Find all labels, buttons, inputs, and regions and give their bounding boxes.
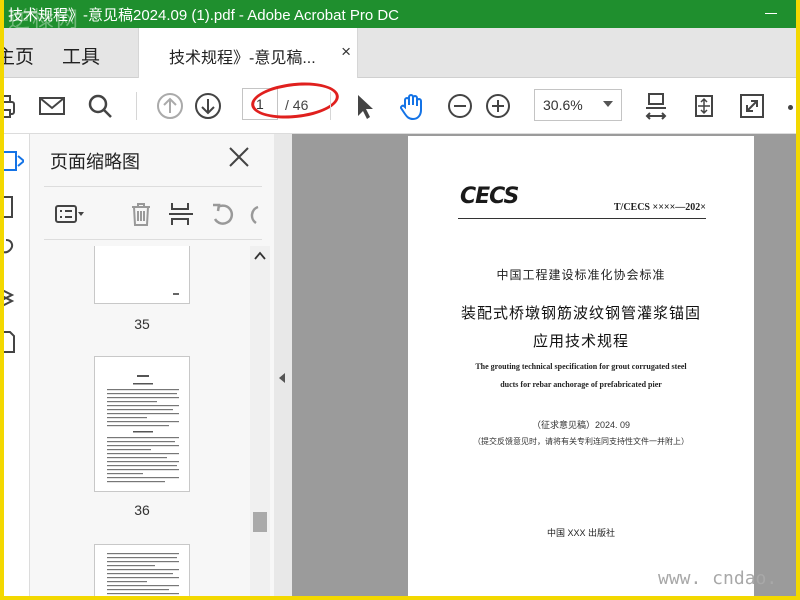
print-icon[interactable]: [4, 90, 20, 122]
document-title-line1: 装配式桥墩钢筋波纹钢管灌浆锚固: [460, 305, 701, 322]
select-cursor-icon[interactable]: [348, 90, 380, 122]
document-title-line2: 应用技术规程: [532, 333, 629, 350]
zoom-in-icon[interactable]: [482, 90, 514, 122]
close-tab-icon[interactable]: ×: [341, 42, 351, 62]
split-page-icon[interactable]: [166, 199, 196, 229]
attachments-icon[interactable]: [4, 234, 24, 260]
layers-icon[interactable]: [4, 284, 24, 310]
page-number-35: 35: [134, 316, 150, 332]
header-rule: [458, 218, 706, 219]
title-bar: 逆棣网 技术规程》-意见稿2024.09 (1).pdf - Adobe Acr…: [4, 0, 796, 33]
scroll-up-icon[interactable]: [254, 250, 266, 262]
toolbar: 1 / 46 30.6%: [4, 78, 796, 134]
cecs-logo: CECS: [460, 184, 519, 209]
page-thumbnails-icon[interactable]: [4, 148, 24, 174]
collapse-panel-icon[interactable]: [279, 373, 285, 383]
tab-document[interactable]: 技术规程》-意见稿... ×: [138, 28, 358, 79]
zoom-select[interactable]: 30.6%: [534, 89, 622, 121]
tab-bar: 主页 工具 技术规程》-意见稿... ×: [4, 28, 796, 79]
app-window: 逆棣网 技术规程》-意见稿2024.09 (1).pdf - Adobe Acr…: [4, 0, 796, 596]
document-icon[interactable]: [4, 328, 24, 354]
more-tools-icon[interactable]: [788, 105, 793, 110]
delete-page-icon[interactable]: [126, 199, 156, 229]
tab-home[interactable]: 主页: [4, 42, 34, 69]
scrollbar-thumb[interactable]: [253, 512, 267, 532]
window-title: 技术规程》-意见稿2024.09 (1).pdf - Adobe Acrobat…: [8, 7, 399, 24]
thumbnail-text: [107, 375, 179, 483]
standard-code: T/CECS ××××—202×: [613, 202, 706, 213]
rotate-view-icon[interactable]: [688, 90, 720, 122]
organization-name: 中国工程建设标准化协会标准: [496, 268, 666, 282]
tab-document-label: 技术规程》-意见稿...: [169, 50, 316, 67]
tab-tools[interactable]: 工具: [62, 42, 100, 69]
publisher: 中国 XXX 出版社: [546, 528, 615, 538]
page-thumbnail-37[interactable]: [94, 544, 190, 596]
navigation-rail: [4, 134, 30, 596]
thumbnail-panel: 页面缩略图 35 36: [30, 134, 274, 596]
thumbnail-scrollbar[interactable]: [250, 246, 270, 596]
redo-icon[interactable]: [244, 199, 274, 229]
thumbnail-text: [173, 293, 179, 295]
mail-icon[interactable]: [36, 90, 68, 122]
thumbnail-list: 35 36: [30, 246, 250, 596]
page-thumbnail-36[interactable]: [94, 356, 190, 492]
panel-splitter[interactable]: [274, 134, 292, 596]
search-icon[interactable]: [84, 90, 116, 122]
next-page-icon[interactable]: [192, 90, 224, 122]
fit-page-icon[interactable]: [640, 90, 672, 122]
chevron-down-icon: [603, 101, 613, 107]
english-title-line1: The grouting technical specification for…: [475, 362, 687, 371]
close-icon[interactable]: [226, 144, 252, 170]
panel-toolbar: [44, 186, 262, 240]
thumbnail-options-icon[interactable]: [54, 199, 84, 229]
full-screen-icon[interactable]: [736, 90, 768, 122]
minimize-button[interactable]: [760, 2, 782, 24]
watermark-bottom: www. cndao.: [658, 568, 778, 589]
page-number-36: 36: [134, 502, 150, 518]
bookmarks-icon[interactable]: [4, 194, 24, 220]
submission-note: （提交反馈意见时，请将有关专利连同支持性文件一并附上）: [473, 437, 689, 446]
toolbar-divider: [330, 92, 331, 120]
toolbar-divider: [136, 92, 137, 120]
previous-page-icon[interactable]: [154, 90, 186, 122]
hand-tool-icon[interactable]: [396, 90, 428, 122]
undo-icon[interactable]: [208, 199, 238, 229]
thumbnail-text: [107, 553, 179, 595]
draft-note: （征求意见稿）2024. 09: [531, 420, 631, 430]
pdf-page: CECS T/CECS ××××—202× 中国工程建设标准化协会标准 装配式桥…: [408, 136, 754, 596]
zoom-value: 30.6%: [543, 97, 583, 113]
page-thumbnail-35[interactable]: [94, 246, 190, 304]
zoom-out-icon[interactable]: [444, 90, 476, 122]
english-title-line2: ducts for rebar anchorage of prefabricat…: [500, 380, 662, 389]
panel-title: 页面缩略图: [50, 152, 140, 172]
document-viewer[interactable]: CECS T/CECS ××××—202× 中国工程建设标准化协会标准 装配式桥…: [292, 134, 796, 596]
